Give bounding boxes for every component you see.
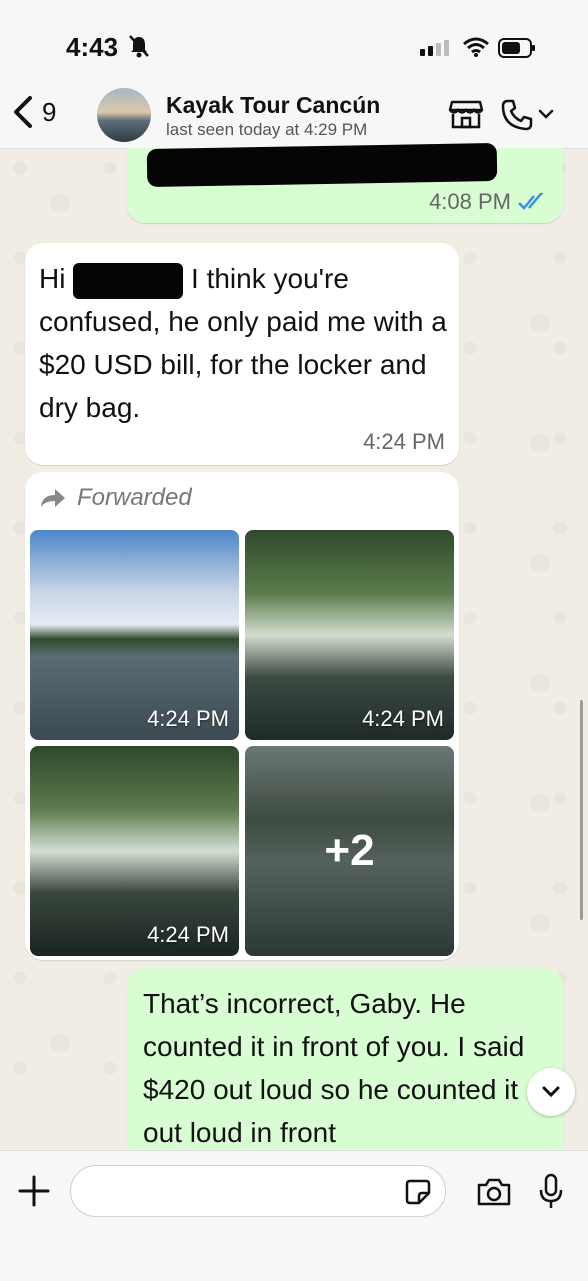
bell-muted-icon xyxy=(129,35,149,58)
message-time: 4:24 PM xyxy=(363,429,445,454)
forwarded-photo-album[interactable]: Forwarded 4:24 PM 4:24 PM 4:24 PM +2 xyxy=(25,472,459,960)
more-photos-count: +2 xyxy=(324,826,375,875)
message-text-start: Hi xyxy=(39,263,66,294)
cellular-signal-icon xyxy=(420,40,449,56)
photo-thumbnail[interactable]: 4:24 PM xyxy=(245,530,454,740)
forward-arrow-icon xyxy=(41,489,65,507)
back-button[interactable]: 9 xyxy=(10,92,56,132)
photo-time: 4:24 PM xyxy=(147,706,229,731)
chat-header: 9 Kayak Tour Cancún last seen today at 4… xyxy=(0,80,588,149)
business-store-icon[interactable] xyxy=(448,98,484,130)
message-meta: 4:08 PM xyxy=(429,189,547,215)
last-seen-status: last seen today at 4:29 PM xyxy=(166,120,368,139)
message-composer xyxy=(0,1150,588,1281)
outgoing-message[interactable]: 4:08 PM xyxy=(127,142,563,223)
unread-count: 9 xyxy=(42,96,57,127)
scrollbar[interactable] xyxy=(580,700,583,920)
photo-thumbnail[interactable]: 4:24 PM xyxy=(30,530,239,740)
message-time: 4:08 PM xyxy=(429,189,511,214)
status-bar: 4:43 xyxy=(0,0,588,80)
photo-thumbnail[interactable]: 4:24 PM xyxy=(30,746,239,956)
plus-icon[interactable] xyxy=(16,1173,52,1209)
redacted-name xyxy=(73,262,184,299)
message-text: That’s incorrect, Gaby. He counted it in… xyxy=(143,988,525,1148)
battery-icon xyxy=(498,38,535,58)
chevron-left-icon xyxy=(14,96,32,128)
contact-name[interactable]: Kayak Tour Cancún xyxy=(166,92,380,119)
chevron-down-icon[interactable] xyxy=(538,108,554,120)
microphone-icon[interactable] xyxy=(538,1173,564,1211)
phone-call-icon[interactable] xyxy=(500,98,534,132)
forwarded-label: Forwarded xyxy=(39,484,192,512)
more-photos-tile[interactable]: +2 xyxy=(245,746,454,956)
photo-time: 4:24 PM xyxy=(147,922,229,947)
scroll-to-bottom-button[interactable] xyxy=(527,1068,575,1116)
photo-time: 4:24 PM xyxy=(362,706,444,731)
camera-icon[interactable] xyxy=(476,1177,512,1207)
forwarded-text: Forwarded xyxy=(77,484,192,511)
wifi-icon xyxy=(463,37,489,57)
message-input[interactable] xyxy=(70,1165,446,1217)
chevron-down-icon xyxy=(542,1086,560,1098)
status-time: 4:43 xyxy=(66,32,119,62)
message-text: Hi I think you're confused, he only paid… xyxy=(39,257,449,429)
incoming-message[interactable]: Hi I think you're confused, he only paid… xyxy=(25,243,459,465)
outgoing-message[interactable]: That’s incorrect, Gaby. He counted it in… xyxy=(127,968,563,1150)
contact-avatar[interactable] xyxy=(97,88,151,142)
redacted-text-scribble xyxy=(146,142,498,188)
read-double-check-icon xyxy=(518,193,544,210)
sticker-icon[interactable] xyxy=(405,1179,431,1205)
